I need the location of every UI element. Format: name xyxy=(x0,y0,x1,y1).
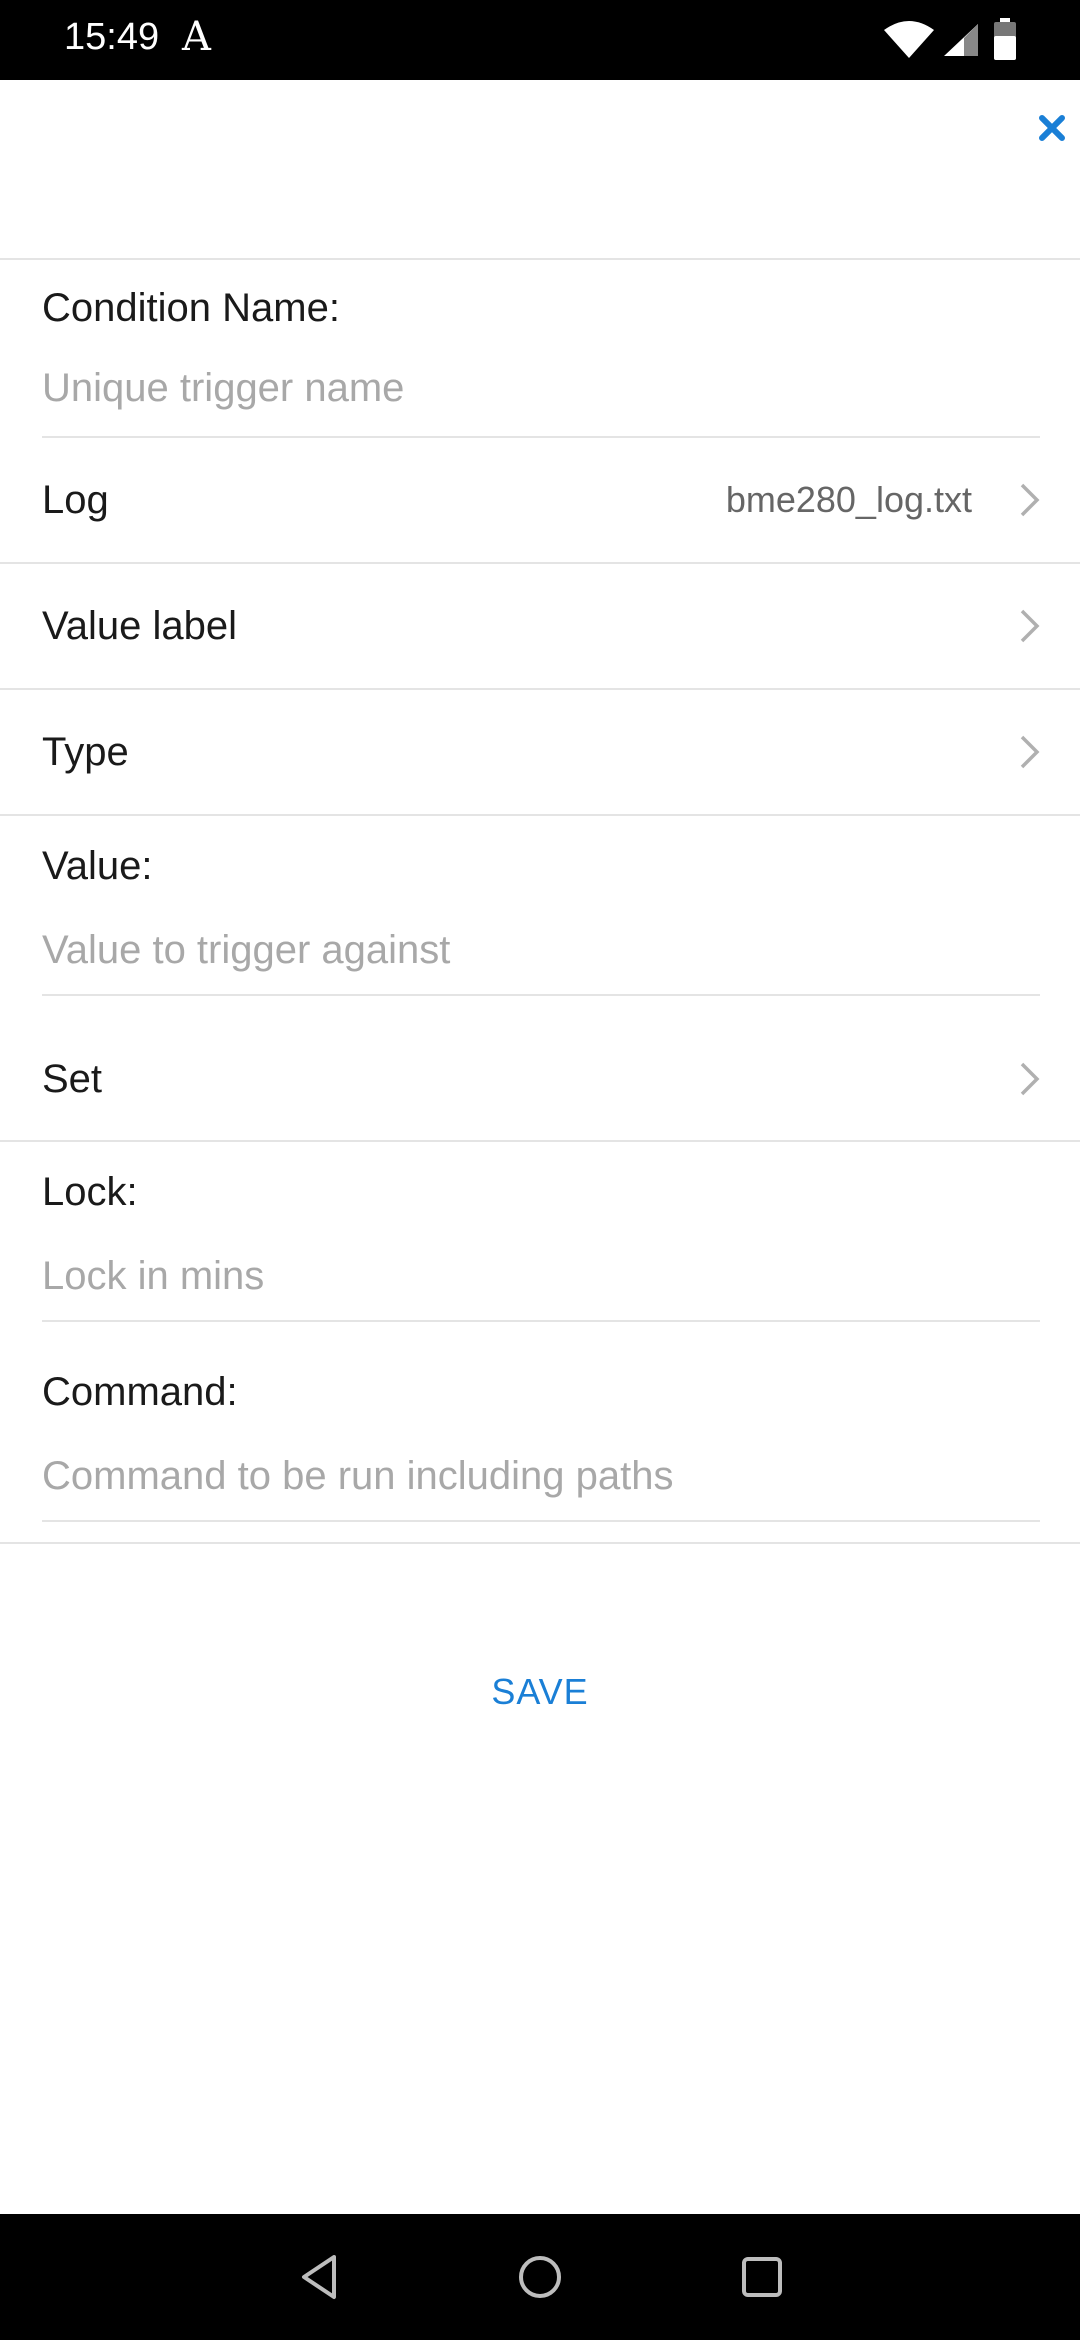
battery-icon xyxy=(994,18,1016,60)
type-row[interactable]: Type xyxy=(0,690,1080,816)
close-icon xyxy=(1039,115,1065,141)
value-label-row[interactable]: Value label xyxy=(0,564,1080,690)
set-label: Set xyxy=(42,1057,103,1101)
screen: 15:49 A Condition Name: Unique trigger n… xyxy=(0,0,1080,2340)
command-field: Command: xyxy=(42,1322,1040,1522)
chevron-right-icon xyxy=(1020,609,1040,643)
chevron-right-icon xyxy=(1020,1062,1040,1096)
condition-name-input[interactable] xyxy=(42,358,1040,418)
close-button[interactable] xyxy=(1030,100,1074,156)
form-bottom-divider xyxy=(0,1542,1080,1544)
lock-field: Lock: xyxy=(42,1142,1040,1322)
recents-icon[interactable] xyxy=(732,2247,792,2307)
font-indicator-icon: A xyxy=(182,14,211,60)
status-bar: 15:49 A xyxy=(0,0,1080,80)
value-field: Value: xyxy=(42,816,1040,996)
type-label: Type xyxy=(42,730,129,774)
home-icon[interactable] xyxy=(510,2247,570,2307)
save-button[interactable]: SAVE xyxy=(440,1660,640,1724)
log-label: Log xyxy=(42,478,109,522)
chevron-right-icon xyxy=(1020,735,1040,769)
value-field-label: Value: xyxy=(42,844,153,888)
status-time: 15:49 xyxy=(64,16,160,58)
wifi-icon xyxy=(884,21,934,58)
lock-label: Lock: xyxy=(42,1170,138,1214)
navigation-bar xyxy=(0,2214,1080,2340)
chevron-right-icon xyxy=(1020,483,1040,517)
value-label-label: Value label xyxy=(42,604,237,648)
value-input[interactable] xyxy=(42,920,1040,980)
condition-form: Condition Name: Log bme280_log.txt Value… xyxy=(0,260,1080,1544)
back-icon[interactable] xyxy=(290,2247,350,2307)
condition-name-field: Condition Name: xyxy=(42,260,1040,438)
command-label: Command: xyxy=(42,1370,238,1414)
command-input[interactable] xyxy=(42,1446,1040,1506)
log-row[interactable]: Log bme280_log.txt xyxy=(0,438,1080,564)
status-icons xyxy=(830,0,1080,80)
log-value: bme280_log.txt xyxy=(725,479,972,520)
signal-icon xyxy=(944,24,978,56)
lock-input[interactable] xyxy=(42,1246,1040,1306)
set-row[interactable]: Set xyxy=(0,996,1080,1142)
condition-name-label: Condition Name: xyxy=(42,286,340,330)
